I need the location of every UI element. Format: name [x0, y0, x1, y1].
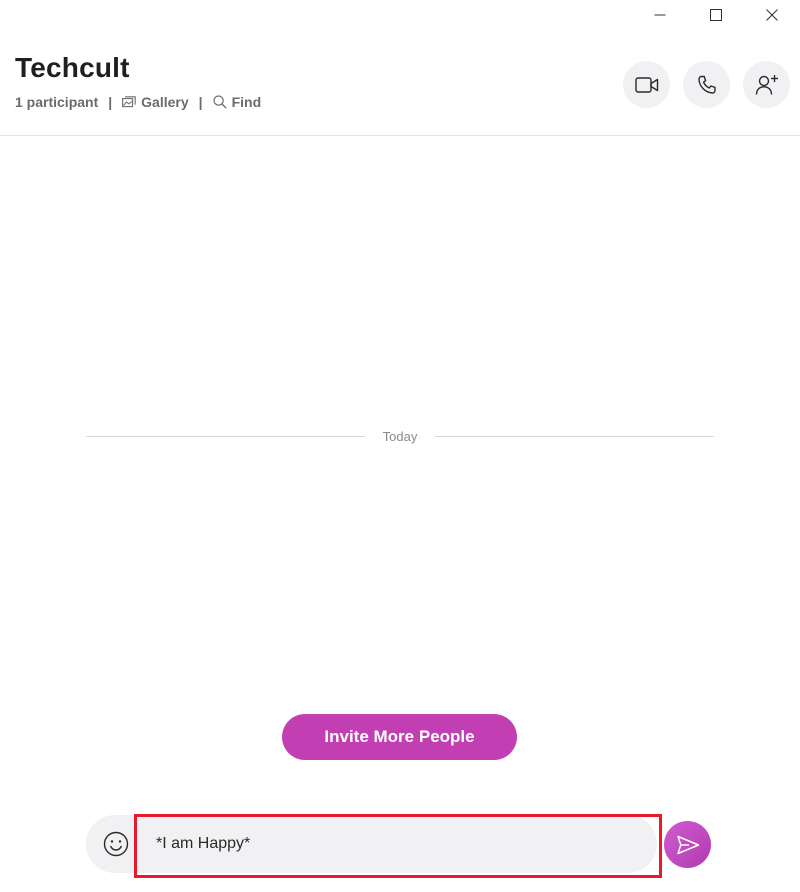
gallery-link[interactable]: Gallery — [122, 94, 189, 110]
find-link[interactable]: Find — [212, 94, 262, 110]
video-call-button[interactable] — [623, 61, 670, 108]
emoji-button[interactable] — [102, 830, 130, 858]
send-button[interactable] — [664, 821, 711, 868]
gallery-icon — [122, 96, 136, 108]
date-divider-label: Today — [382, 428, 418, 444]
participant-count[interactable]: 1 participant — [15, 94, 98, 110]
invite-more-people-button[interactable]: Invite More People — [282, 714, 517, 760]
date-divider: Today — [86, 425, 715, 447]
find-label: Find — [231, 94, 262, 110]
separator: | — [108, 94, 113, 110]
message-input[interactable] — [156, 830, 636, 858]
chat-window: Techcult 1 participant | Gallery | Find — [0, 0, 800, 892]
message-composer — [86, 815, 657, 873]
divider-line — [435, 435, 715, 437]
smiley-icon — [103, 831, 129, 857]
header-actions — [623, 61, 790, 108]
send-icon — [676, 835, 699, 854]
add-people-button[interactable] — [743, 61, 790, 108]
video-camera-icon — [634, 76, 658, 93]
phone-icon — [697, 75, 716, 94]
search-icon — [212, 95, 227, 109]
chat-title: Techcult — [15, 52, 130, 83]
chat-subline: 1 participant | Gallery | Find — [15, 94, 261, 110]
separator: | — [198, 94, 203, 110]
add-person-icon — [755, 74, 778, 95]
divider-line — [86, 435, 365, 437]
chat-header: Techcult 1 participant | Gallery | Find — [0, 0, 800, 136]
audio-call-button[interactable] — [683, 61, 730, 108]
gallery-label: Gallery — [141, 94, 189, 110]
